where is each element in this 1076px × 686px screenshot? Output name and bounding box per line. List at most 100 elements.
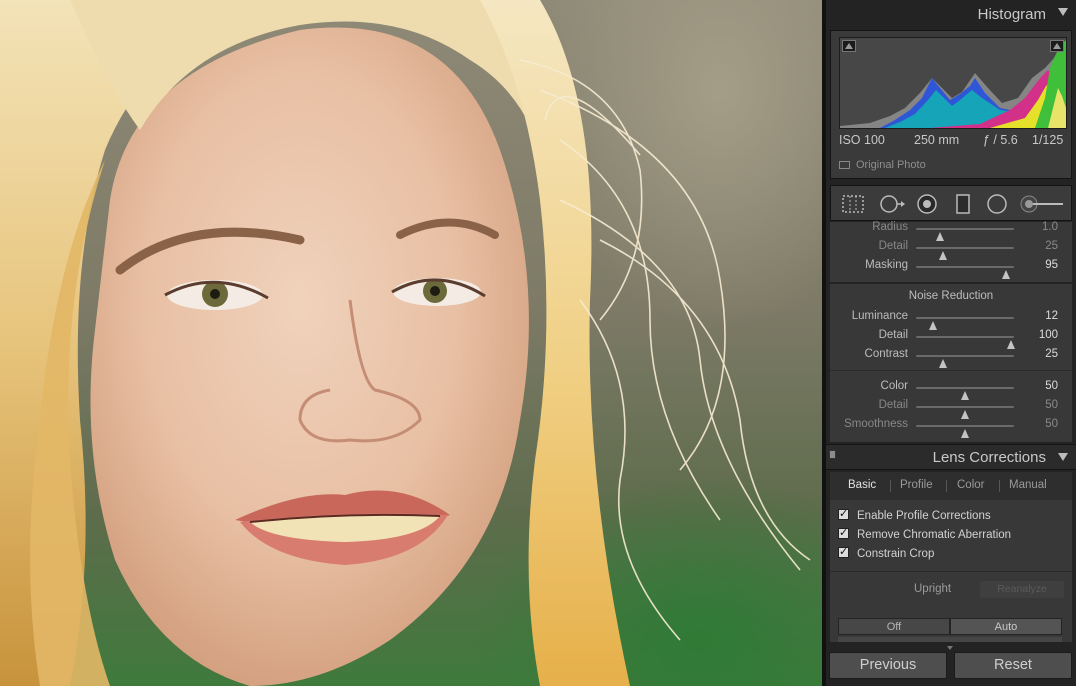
color-detail-label: Detail <box>878 399 908 411</box>
luminance-value[interactable]: 12 <box>1045 310 1058 322</box>
checkbox-icon[interactable] <box>839 161 850 169</box>
luminance-detail-value[interactable]: 100 <box>1039 329 1058 341</box>
separator <box>830 370 1072 371</box>
lens-corrections-tabs: Basic Profile Color Manual <box>830 472 1072 500</box>
slider-thumb[interactable] <box>1002 270 1011 279</box>
shutter-value: 1/125 <box>1032 133 1064 147</box>
masking-label: Masking <box>865 259 908 271</box>
luminance-contrast-value[interactable]: 25 <box>1045 348 1058 360</box>
tab-separator <box>946 480 947 492</box>
masking-row: Masking 95 <box>830 257 1072 279</box>
radius-slider[interactable] <box>916 228 1014 241</box>
luminance-detail-row: Detail 100 <box>830 327 1072 349</box>
sharpen-detail-row: Detail 25 <box>830 238 1072 260</box>
remove-chromatic-aberration-label: Remove Chromatic Aberration <box>857 529 1012 541</box>
iso-value: ISO 100 <box>839 133 885 147</box>
tab-basic[interactable]: Basic <box>848 479 876 491</box>
smoothness-slider[interactable] <box>916 425 1014 438</box>
graduated-filter-icon[interactable] <box>951 194 975 214</box>
luminance-contrast-row: Contrast 25 <box>830 346 1072 368</box>
checkmark-icon[interactable] <box>838 507 849 520</box>
crop-overlay-icon[interactable] <box>841 194 865 214</box>
reset-button[interactable]: Reset <box>954 652 1072 679</box>
collapse-triangle-icon[interactable] <box>1058 8 1068 16</box>
enable-profile-corrections-label: Enable Profile Corrections <box>857 510 991 522</box>
histogram-header[interactable]: Histogram <box>826 0 1076 28</box>
adjustment-brush-icon[interactable] <box>1019 194 1065 214</box>
histogram-curves <box>840 40 1066 128</box>
upright-off-button[interactable]: Off <box>838 618 950 635</box>
shadow-clipping-icon[interactable] <box>842 40 856 52</box>
checkmark-icon[interactable] <box>838 526 849 539</box>
tab-separator <box>890 480 891 492</box>
tab-manual[interactable]: Manual <box>1009 479 1047 491</box>
masking-slider[interactable] <box>916 266 1014 279</box>
slider-thumb[interactable] <box>939 359 948 368</box>
histogram-title: Histogram <box>977 6 1046 23</box>
tab-color[interactable]: Color <box>957 479 984 491</box>
sharpen-detail-label: Detail <box>878 240 908 252</box>
tool-strip <box>830 185 1072 221</box>
upright-auto-button[interactable]: Auto <box>950 618 1062 635</box>
lens-corrections-title: Lens Corrections <box>932 449 1046 466</box>
scroll-indicator-icon <box>947 646 953 650</box>
masking-value[interactable]: 95 <box>1045 259 1058 271</box>
constrain-crop-checkbox[interactable]: Constrain Crop <box>838 545 935 563</box>
luminance-label: Luminance <box>851 310 908 322</box>
upright-more-buttons[interactable] <box>838 637 1062 642</box>
original-photo-toggle[interactable]: Original Photo <box>839 159 926 173</box>
separator <box>830 571 1072 572</box>
spot-removal-icon[interactable] <box>877 194 907 214</box>
upright-label: Upright <box>914 583 952 595</box>
color-detail-slider[interactable] <box>916 406 1014 419</box>
lens-corrections-header[interactable]: Lens Corrections <box>826 444 1076 470</box>
tab-profile[interactable]: Profile <box>900 479 933 491</box>
smoothness-row: Smoothness 50 <box>830 416 1072 438</box>
slider-thumb[interactable] <box>961 429 969 438</box>
color-detail-row: Detail 50 <box>830 397 1072 419</box>
sharpening-group: Radius 1.0 Detail 25 Masking 95 <box>830 219 1072 282</box>
luminance-contrast-slider[interactable] <box>916 355 1014 368</box>
lens-corrections-basic: Enable Profile Corrections Remove Chroma… <box>830 500 1072 642</box>
luminance-slider[interactable] <box>916 317 1014 330</box>
radius-value[interactable]: 1.0 <box>1042 221 1058 233</box>
color-slider[interactable] <box>916 387 1014 400</box>
exif-info: ISO 100 250 mm ƒ / 5.6 1/125 <box>831 133 1073 149</box>
sharpen-detail-value[interactable]: 25 <box>1045 240 1058 252</box>
color-label: Color <box>880 380 908 392</box>
color-value[interactable]: 50 <box>1045 380 1058 392</box>
original-photo-label: Original Photo <box>856 159 926 171</box>
luminance-detail-label: Detail <box>878 329 908 341</box>
tab-separator <box>999 480 1000 492</box>
noise-reduction-title: Noise Reduction <box>908 290 994 302</box>
enable-profile-corrections-checkbox[interactable]: Enable Profile Corrections <box>838 507 991 525</box>
luminance-contrast-label: Contrast <box>864 348 908 360</box>
portrait-image <box>0 0 811 686</box>
color-row: Color 50 <box>830 378 1072 400</box>
radius-row: Radius 1.0 <box>830 219 1072 241</box>
photo-canvas[interactable] <box>0 0 822 686</box>
luminance-detail-slider[interactable] <box>916 336 1016 349</box>
constrain-crop-label: Constrain Crop <box>857 548 935 560</box>
radius-label: Radius <box>872 221 908 233</box>
checkmark-icon[interactable] <box>838 545 849 558</box>
aperture-value: ƒ / 5.6 <box>983 133 1018 147</box>
focal-length-value: 250 mm <box>914 133 960 147</box>
red-eye-correction-icon[interactable] <box>915 194 939 214</box>
collapse-triangle-icon[interactable] <box>1058 453 1068 461</box>
sharpen-detail-slider[interactable] <box>916 247 1014 260</box>
highlight-clipping-icon[interactable] <box>1050 40 1064 52</box>
histogram-graph[interactable] <box>839 37 1067 129</box>
color-detail-value[interactable]: 50 <box>1045 399 1058 411</box>
previous-button[interactable]: Previous <box>829 652 947 679</box>
histogram-panel: ISO 100 250 mm ƒ / 5.6 1/125 Original Ph… <box>830 30 1072 179</box>
panel-switch-icon[interactable] <box>829 450 836 459</box>
smoothness-value[interactable]: 50 <box>1045 418 1058 430</box>
remove-chromatic-aberration-checkbox[interactable]: Remove Chromatic Aberration <box>838 526 1012 544</box>
luminance-row: Luminance 12 <box>830 308 1072 330</box>
radial-filter-icon[interactable] <box>985 194 1009 214</box>
noise-reduction-group: Noise Reduction Luminance 12 Detail 100 … <box>830 284 1072 442</box>
reanalyze-button[interactable]: Reanalyze <box>980 581 1064 598</box>
develop-panel: Histogram ISO 100 250 mm ƒ / 5.6 1/125 O… <box>826 0 1076 686</box>
smoothness-label: Smoothness <box>844 418 908 430</box>
